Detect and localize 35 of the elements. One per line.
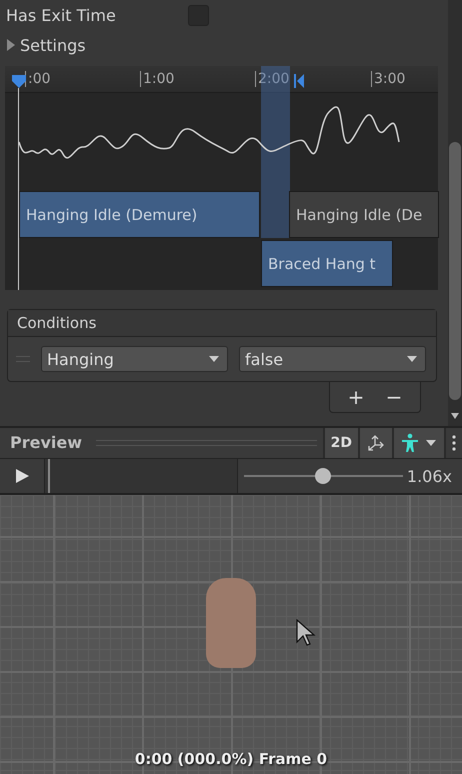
clip-bar[interactable]: Braced Hang t — [261, 240, 393, 287]
drag-handle-icon[interactable] — [16, 356, 30, 362]
humanoid-icon — [400, 433, 420, 453]
transition-end-marker-icon[interactable] — [294, 74, 304, 88]
play-icon — [16, 469, 28, 483]
scrollbar[interactable] — [448, 0, 462, 426]
speed-reading: 1.06x — [406, 466, 452, 486]
value-dropdown[interactable]: false — [239, 346, 426, 372]
clip-bar[interactable]: Hanging Idle (De — [289, 191, 439, 238]
slider-thumb[interactable] — [315, 468, 332, 484]
avatar-dropdown-button[interactable] — [392, 428, 444, 458]
remove-button[interactable]: − — [380, 384, 408, 410]
clip-bar[interactable]: Hanging Idle (Demure) — [19, 191, 260, 238]
add-button[interactable]: + — [342, 384, 370, 410]
parameter-dropdown[interactable]: Hanging — [41, 346, 228, 372]
has-exit-time-label: Has Exit Time — [6, 6, 117, 24]
mouse-cursor-icon — [296, 619, 316, 647]
timeline-panel[interactable]: :00 1:00 2:00 3:00 Hanging Idle (Demure) Hanging Idle (De Braced Hang t — [5, 66, 438, 290]
play-button[interactable] — [0, 459, 45, 493]
time-tick-label: 3:00 — [371, 71, 406, 87]
time-tick-label: 1:00 — [140, 71, 174, 87]
frame-status: 0:00 (000.0%) Frame 0 — [134, 750, 328, 768]
preview-viewport[interactable]: 0:00 (000.0%) Frame 0 — [0, 495, 462, 774]
2d-toggle-button[interactable]: 2D — [322, 428, 358, 458]
conditions-title: Conditions — [8, 310, 436, 337]
foldout-arrow-icon[interactable] — [6, 39, 16, 51]
axes-button[interactable] — [358, 428, 392, 458]
time-tick-label: 2:00 — [255, 71, 290, 87]
scroll-down-arrow-icon[interactable] — [450, 412, 460, 420]
settings-label[interactable]: Settings — [20, 36, 86, 54]
playhead-marker-icon[interactable] — [11, 73, 27, 89]
caret-icon — [426, 440, 436, 446]
preview-title: Preview — [9, 432, 84, 454]
more-icon — [452, 435, 456, 451]
axes-icon — [366, 433, 386, 453]
